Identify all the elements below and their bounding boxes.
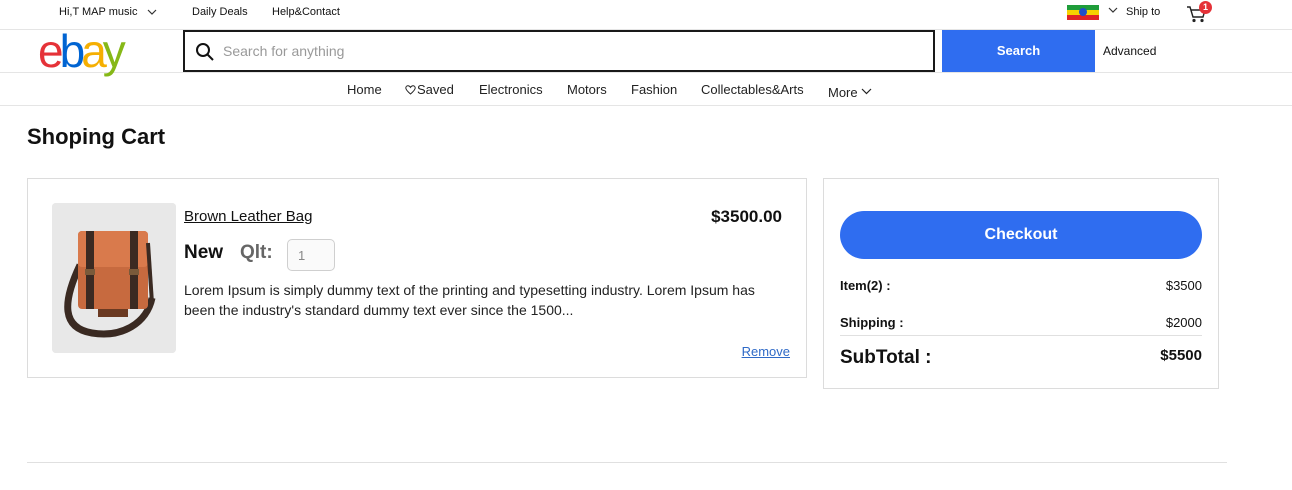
advanced-search-link[interactable]: Advanced (1103, 44, 1156, 58)
nav-item-label: Saved (417, 82, 454, 97)
logo-letter: y (102, 25, 126, 77)
chevron-down-icon[interactable] (1108, 5, 1118, 17)
checkout-button[interactable]: Checkout (840, 211, 1202, 259)
chevron-down-icon (861, 83, 872, 98)
nav-item-motors[interactable]: Motors (567, 82, 607, 97)
remove-link[interactable]: Remove (742, 344, 790, 359)
heart-icon (405, 83, 416, 98)
search-icon (195, 42, 215, 62)
ethiopia-flag-icon[interactable] (1067, 5, 1099, 20)
logo-letter: b (59, 25, 86, 77)
user-menu[interactable]: Hi,T MAP music (59, 6, 157, 19)
top-bar: Hi,T MAP music Daily Deals Help&Contact … (0, 0, 1292, 30)
quantity-label: Qlt: (240, 242, 273, 263)
order-summary: Checkout Item(2) : $3500 Shipping : $200… (823, 178, 1219, 389)
product-image[interactable] (52, 203, 176, 353)
search-input[interactable] (223, 40, 923, 62)
search-box (183, 30, 935, 72)
nav-item-fashion[interactable]: Fashion (631, 82, 677, 97)
ebay-logo[interactable]: ebay (38, 25, 126, 77)
items-value: $3500 (1165, 278, 1202, 293)
nav-item-collectables-arts[interactable]: Collectables&Arts (701, 82, 804, 97)
daily-deals-link[interactable]: Daily Deals (192, 6, 248, 18)
product-price: $3500.00 (711, 207, 782, 226)
page-title: Shoping Cart (27, 124, 166, 149)
logo-letter: a (81, 25, 107, 77)
user-greeting: Hi,T MAP music (59, 6, 138, 18)
subtotal-label: SubTotal : (840, 347, 932, 368)
nav-item-saved[interactable]: Saved (405, 82, 454, 98)
product-name-link[interactable]: Brown Leather Bag (184, 208, 312, 225)
chevron-down-icon (147, 7, 157, 19)
search-button[interactable]: Search (942, 30, 1095, 72)
product-condition: New (184, 242, 224, 263)
help-contact-link[interactable]: Help&Contact (272, 6, 340, 18)
header: ebay Search Advanced (0, 26, 1292, 76)
quantity-input[interactable] (287, 239, 335, 271)
shipping-value: $2000 (1165, 315, 1202, 330)
nav-item-electronics[interactable]: Electronics (479, 82, 543, 97)
divider (840, 335, 1202, 336)
nav-item-more[interactable]: More (828, 83, 872, 100)
ship-to-link[interactable]: Ship to (1126, 6, 1160, 18)
footer-divider (27, 462, 1227, 463)
subtotal-value: $5500 (1160, 347, 1202, 364)
cart-item-card: Brown Leather Bag $3500.00 New Qlt: Lore… (27, 178, 807, 378)
items-label: Item(2) : (840, 278, 891, 293)
cart-count-badge: 1 (1199, 1, 1212, 14)
nav-item-label: More (828, 85, 858, 100)
logo-letter: e (38, 25, 64, 77)
product-description: Lorem Ipsum is simply dummy text of the … (184, 282, 755, 318)
shipping-label: Shipping : (840, 315, 904, 330)
category-nav: Home Saved Electronics Motors Fashion Co… (0, 73, 1292, 106)
nav-item-home[interactable]: Home (347, 82, 382, 97)
